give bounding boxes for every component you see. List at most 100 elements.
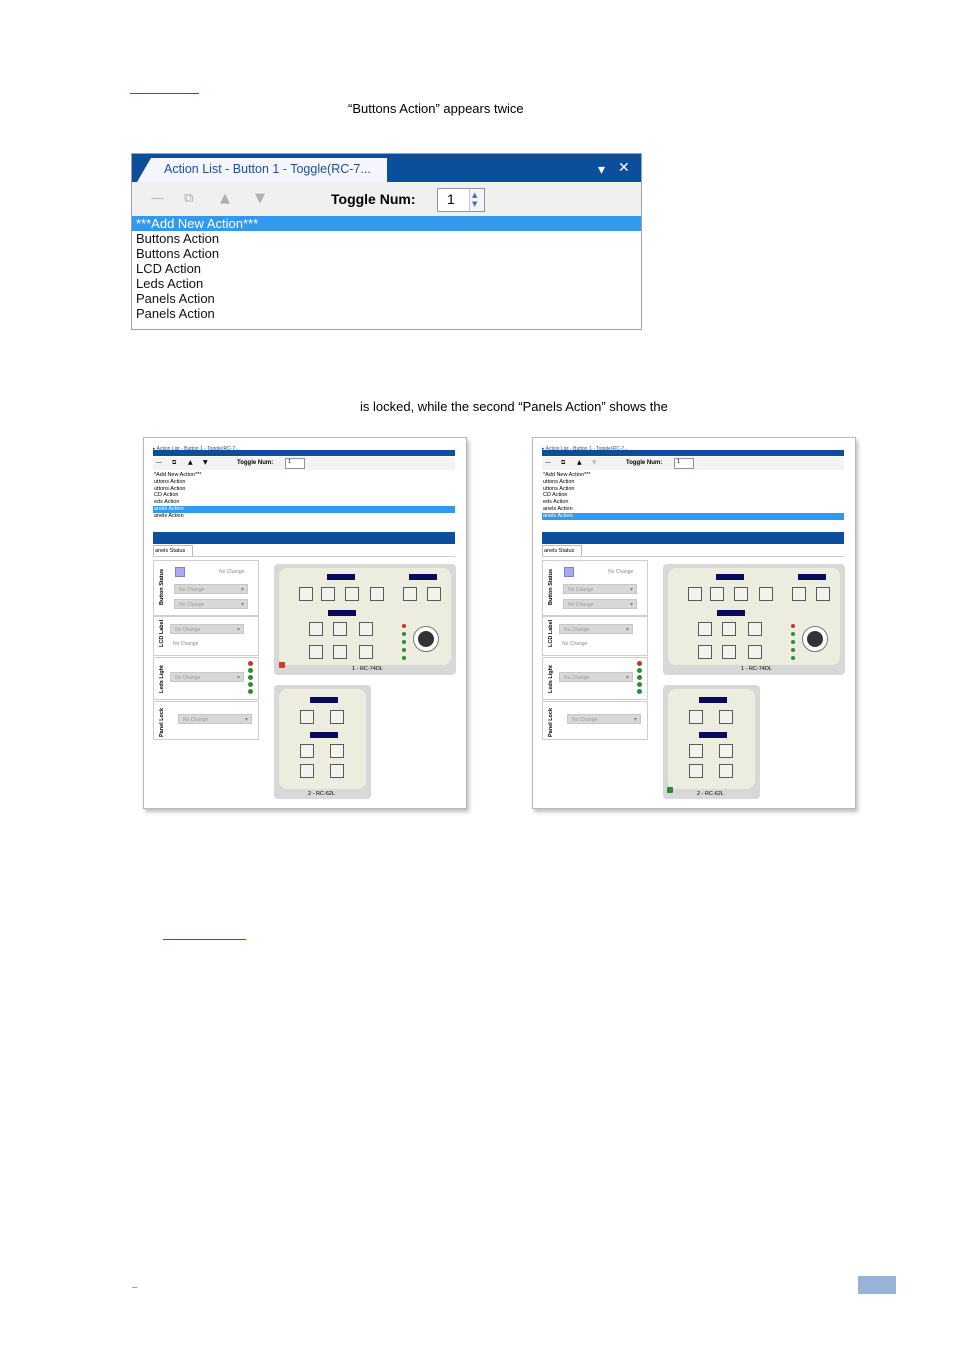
device-rc-62l[interactable]: 2 - RC-62L [663, 685, 760, 799]
list-item[interactable]: uttons Action [153, 486, 455, 493]
device-key[interactable] [734, 587, 748, 601]
device-key[interactable] [792, 587, 806, 601]
minus-icon[interactable]: — [545, 459, 551, 466]
button-status-dropdown[interactable]: No Change [563, 584, 637, 595]
leds-light-dropdown[interactable]: No Change [559, 672, 633, 683]
device-key[interactable] [330, 764, 344, 778]
group-label: Button Status [159, 568, 165, 605]
chevron-down-icon[interactable]: ▾ [598, 162, 605, 178]
device-key[interactable] [816, 587, 830, 601]
list-item[interactable]: anels Action [153, 505, 455, 513]
leds-light-dropdown[interactable]: No Change [170, 672, 244, 683]
device-key[interactable] [688, 587, 702, 601]
list-item[interactable]: eds Action [153, 499, 455, 506]
device-key[interactable] [698, 622, 712, 636]
list-item[interactable]: CD Action [542, 492, 844, 499]
device-rc-74dl[interactable]: 1 - RC-74DL [663, 564, 845, 675]
device-key[interactable] [748, 645, 762, 659]
device-key[interactable] [330, 744, 344, 758]
toggle-num-stepper[interactable]: 1 [285, 458, 305, 469]
copy-icon[interactable]: ⧉ [172, 459, 176, 467]
list-item-lcd-action[interactable]: LCD Action [132, 261, 641, 276]
list-item-buttons-action[interactable]: Buttons Action [132, 231, 641, 246]
list-item[interactable]: *Add New Action*** [153, 472, 455, 479]
hyperlink-underline-bottom[interactable] [163, 939, 246, 940]
device-key[interactable] [748, 622, 762, 636]
up-arrow-icon[interactable]: ▲ [188, 459, 193, 466]
device-key[interactable] [689, 764, 703, 778]
copy-icon[interactable]: ⧉ [561, 459, 565, 467]
list-item[interactable]: uttons Action [542, 486, 844, 493]
device-key[interactable] [300, 710, 314, 724]
list-item-leds-action[interactable]: Leds Action [132, 276, 641, 291]
button-status-dropdown[interactable]: No Change [174, 599, 248, 610]
list-item[interactable]: anels Action [542, 512, 844, 520]
list-item[interactable]: CD Action [153, 492, 455, 499]
device-key[interactable] [689, 744, 703, 758]
toggle-num-stepper[interactable]: 1 [674, 458, 694, 469]
list-item-add-new-action[interactable]: ***Add New Action*** [132, 216, 641, 231]
device-key[interactable] [427, 587, 441, 601]
minus-icon[interactable]: — [156, 459, 162, 466]
down-arrow-icon[interactable]: ▼ [255, 191, 265, 206]
list-item[interactable]: *Add New Action*** [542, 472, 844, 479]
device-key[interactable] [719, 764, 733, 778]
device-key[interactable] [321, 587, 335, 601]
device-key[interactable] [698, 645, 712, 659]
up-arrow-icon[interactable]: ▲ [577, 459, 582, 466]
toggle-num-stepper[interactable]: 1 ▲ ▼ [437, 188, 485, 212]
minus-icon[interactable]: — [151, 191, 164, 206]
device-rc-62l[interactable]: 2 - RC-62L [274, 685, 371, 799]
device-key[interactable] [403, 587, 417, 601]
close-icon[interactable]: ✕ [618, 160, 630, 176]
lcd-label-dropdown[interactable]: No Change [170, 624, 244, 635]
device-key[interactable] [300, 744, 314, 758]
device-key[interactable] [759, 587, 773, 601]
copy-icon[interactable]: ⧉ [184, 191, 193, 206]
stepper-down-icon[interactable]: ▼ [472, 200, 477, 208]
tab-panels-status[interactable]: anels Status [542, 545, 582, 556]
device-key[interactable] [333, 645, 347, 659]
list-item[interactable]: anels Action [153, 513, 455, 520]
device-key[interactable] [359, 645, 373, 659]
button-status-checkbox[interactable] [564, 567, 574, 577]
device-key[interactable] [370, 587, 384, 601]
button-status-dropdown[interactable]: No Change [174, 584, 248, 595]
list-item[interactable]: eds Action [542, 499, 844, 506]
device-key[interactable] [345, 587, 359, 601]
device-key[interactable] [722, 645, 736, 659]
button-status-checkbox[interactable] [175, 567, 185, 577]
device-key[interactable] [719, 744, 733, 758]
volume-knob[interactable] [413, 626, 439, 652]
lcd-label-dropdown[interactable]: No Change [559, 624, 633, 635]
up-arrow-icon[interactable]: ▲ [220, 191, 230, 206]
list-item[interactable]: anels Action [542, 506, 844, 513]
device-key[interactable] [710, 587, 724, 601]
device-rc-74dl[interactable]: 1 - RC-74DL [274, 564, 456, 675]
down-arrow-icon[interactable]: ▼ [592, 459, 597, 466]
down-arrow-icon[interactable]: ▼ [203, 459, 208, 466]
stepper-up-icon[interactable]: ▲ [472, 191, 477, 199]
stepper-buttons[interactable]: ▲ ▼ [469, 189, 484, 211]
device-key[interactable] [722, 622, 736, 636]
hyperlink-underline-top[interactable] [130, 93, 199, 94]
tab-panels-status[interactable]: anels Status [153, 545, 193, 556]
device-key[interactable] [689, 710, 703, 724]
device-key[interactable] [299, 587, 313, 601]
device-key[interactable] [330, 710, 344, 724]
device-key[interactable] [309, 622, 323, 636]
volume-knob[interactable] [802, 626, 828, 652]
device-key[interactable] [300, 764, 314, 778]
button-status-dropdown[interactable]: No Change [563, 599, 637, 610]
list-item[interactable]: uttons Action [153, 479, 455, 486]
device-key[interactable] [719, 710, 733, 724]
list-item-panels-action[interactable]: Panels Action [132, 291, 641, 306]
list-item-panels-action[interactable]: Panels Action [132, 306, 641, 321]
list-item-buttons-action[interactable]: Buttons Action [132, 246, 641, 261]
device-key[interactable] [333, 622, 347, 636]
list-item[interactable]: uttons Action [542, 479, 844, 486]
device-key[interactable] [359, 622, 373, 636]
panel-lock-dropdown[interactable]: No Change [567, 714, 641, 725]
device-key[interactable] [309, 645, 323, 659]
panel-lock-dropdown[interactable]: No Change [178, 714, 252, 725]
